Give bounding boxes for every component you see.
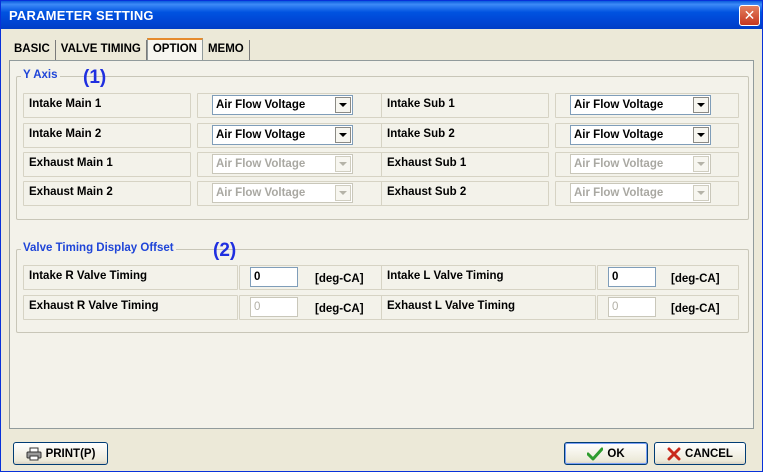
- tab-option[interactable]: OPTION: [146, 38, 203, 62]
- exhaust-main-1-select: Air Flow Voltage: [212, 154, 353, 174]
- exhaust-main-1-label: Exhaust Main 1: [23, 152, 191, 177]
- close-icon: ✕: [743, 7, 756, 23]
- intake-main-2-value: Air Flow Voltage: [216, 129, 306, 141]
- chevron-down-icon: [335, 156, 351, 172]
- intake-sub-2-select[interactable]: Air Flow Voltage: [570, 125, 711, 145]
- exhaust-r-unit: [deg-CA]: [315, 303, 364, 315]
- exhaust-l-label: Exhaust L Valve Timing: [381, 295, 596, 320]
- exhaust-sub-2-value: Air Flow Voltage: [574, 187, 664, 199]
- exhaust-l-input: 0: [608, 297, 656, 317]
- offset-marker: (2): [213, 240, 237, 261]
- ok-button[interactable]: OK: [564, 442, 648, 465]
- offset-legend: Valve Timing Display Offset: [21, 242, 176, 254]
- print-button[interactable]: PRINT(P): [13, 442, 108, 465]
- intake-r-label: Intake R Valve Timing: [23, 265, 238, 290]
- intake-main-1-value: Air Flow Voltage: [216, 99, 306, 111]
- tab-strip: BASIC VALVE TIMING OPTION MEMO: [9, 38, 250, 62]
- exhaust-r-input: 0: [250, 297, 298, 317]
- tab-memo[interactable]: MEMO: [202, 40, 250, 61]
- intake-sub-1-label: Intake Sub 1: [381, 93, 549, 118]
- title-bar[interactable]: PARAMETER SETTING ✕: [1, 1, 762, 29]
- y-axis-group: Y Axis Intake Main 1 Air Flow Voltage In…: [16, 69, 749, 220]
- y-axis-legend: Y Axis: [21, 69, 60, 81]
- intake-sub-1-value: Air Flow Voltage: [574, 99, 664, 111]
- exhaust-sub-2-select: Air Flow Voltage: [570, 183, 711, 203]
- window-title: PARAMETER SETTING: [9, 8, 154, 23]
- chevron-down-icon[interactable]: [693, 127, 709, 143]
- exhaust-sub-1-label: Exhaust Sub 1: [381, 152, 549, 177]
- tab-valve-timing[interactable]: VALVE TIMING: [55, 40, 147, 61]
- y-axis-marker: (1): [83, 67, 107, 88]
- intake-l-label: Intake L Valve Timing: [381, 265, 596, 290]
- exhaust-sub-1-select: Air Flow Voltage: [570, 154, 711, 174]
- intake-sub-1-select[interactable]: Air Flow Voltage: [570, 95, 711, 115]
- print-label: PRINT(P): [45, 447, 96, 460]
- x-icon: [667, 447, 681, 460]
- intake-l-unit: [deg-CA]: [671, 273, 720, 285]
- chevron-down-icon[interactable]: [693, 97, 709, 113]
- chevron-down-icon[interactable]: [335, 127, 351, 143]
- intake-sub-2-value: Air Flow Voltage: [574, 129, 664, 141]
- intake-main-1-label: Intake Main 1: [23, 93, 191, 118]
- intake-main-2-select[interactable]: Air Flow Voltage: [212, 125, 353, 145]
- exhaust-main-2-value: Air Flow Voltage: [216, 187, 306, 199]
- exhaust-r-label: Exhaust R Valve Timing: [23, 295, 238, 320]
- intake-r-input[interactable]: 0: [250, 267, 298, 287]
- parameter-setting-window: PARAMETER SETTING ✕ BASIC VALVE TIMING O…: [0, 0, 763, 472]
- chevron-down-icon[interactable]: [335, 97, 351, 113]
- cancel-label: CANCEL: [685, 447, 733, 460]
- intake-main-1-select[interactable]: Air Flow Voltage: [212, 95, 353, 115]
- chevron-down-icon: [335, 185, 351, 201]
- exhaust-l-unit: [deg-CA]: [671, 303, 720, 315]
- chevron-down-icon: [693, 156, 709, 172]
- chevron-down-icon: [693, 185, 709, 201]
- intake-sub-2-label: Intake Sub 2: [381, 123, 549, 148]
- exhaust-sub-2-label: Exhaust Sub 2: [381, 181, 549, 206]
- close-button[interactable]: ✕: [739, 5, 760, 26]
- checkmark-icon: [587, 447, 604, 460]
- option-panel: Y Axis Intake Main 1 Air Flow Voltage In…: [9, 60, 754, 429]
- intake-r-unit: [deg-CA]: [315, 273, 364, 285]
- offset-group: Valve Timing Display Offset Intake R Val…: [16, 242, 749, 333]
- intake-main-2-label: Intake Main 2: [23, 123, 191, 148]
- exhaust-sub-1-value: Air Flow Voltage: [574, 158, 664, 170]
- cancel-button[interactable]: CANCEL: [654, 442, 746, 465]
- exhaust-main-2-select: Air Flow Voltage: [212, 183, 353, 203]
- printer-icon: [26, 447, 42, 460]
- ok-label: OK: [607, 447, 625, 460]
- intake-l-input[interactable]: 0: [608, 267, 656, 287]
- exhaust-main-1-value: Air Flow Voltage: [216, 158, 306, 170]
- exhaust-main-2-label: Exhaust Main 2: [23, 181, 191, 206]
- tab-basic[interactable]: BASIC: [9, 40, 56, 61]
